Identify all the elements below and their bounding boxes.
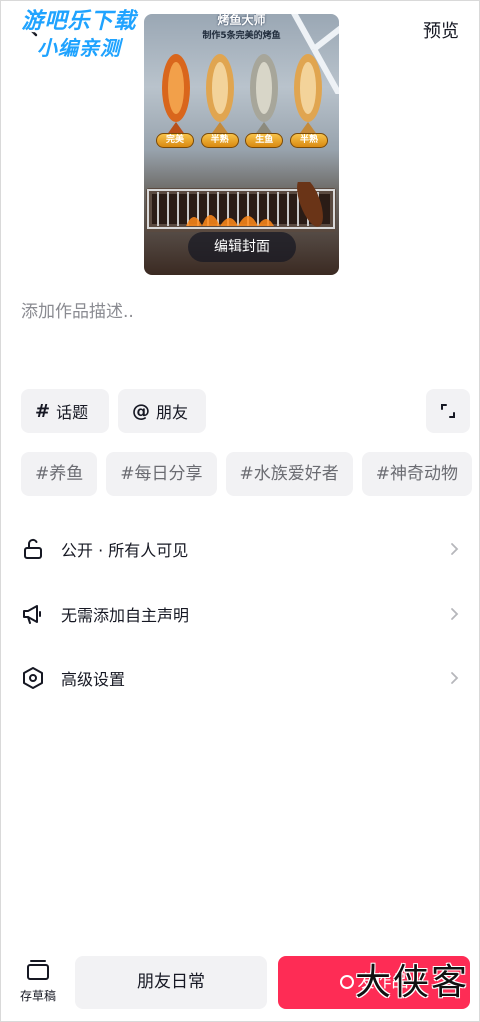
- publish-label: 发作品: [357, 972, 409, 992]
- fish-label: 生鱼: [245, 133, 284, 148]
- save-draft-button[interactable]: 存草稿: [13, 959, 63, 1004]
- publish-button[interactable]: 发作品: [278, 956, 470, 1009]
- edit-cover-button[interactable]: 编辑封面: [188, 232, 296, 262]
- fish-label: 半熟: [289, 133, 328, 148]
- hexagon-settings-icon: [23, 667, 43, 689]
- hashtag-chip[interactable]: #水族爱好者: [225, 452, 353, 496]
- preview-button[interactable]: 预览: [423, 17, 459, 43]
- at-icon: @: [132, 400, 150, 422]
- visibility-label: 公开 · 所有人可见: [61, 541, 189, 560]
- hashtag-chip[interactable]: #神奇动物: [361, 452, 472, 496]
- video-cover[interactable]: 烤鱼大师 制作5条完美的烤鱼 完美 半熟 生鱼 半熟 编辑封面: [144, 14, 339, 275]
- advanced-setting-row[interactable]: 高级设置: [21, 658, 461, 698]
- game-title: 烤鱼大师: [217, 14, 266, 27]
- drafts-label: 存草稿: [19, 989, 56, 1003]
- watermark-line-1: 游吧乐下载: [21, 9, 137, 34]
- friend-label: 朋友: [156, 403, 189, 422]
- declaration-label: 无需添加自主声明: [61, 606, 190, 625]
- visibility-setting-row[interactable]: 公开 · 所有人可见: [21, 529, 461, 569]
- expand-button[interactable]: [426, 389, 470, 433]
- fish-labels-row: 完美 半熟 生鱼 半熟: [156, 133, 328, 148]
- megaphone-icon: [23, 605, 41, 624]
- fish-illustration: [162, 54, 322, 136]
- mention-friend-button[interactable]: @ 朋友: [118, 389, 206, 433]
- hashtag-suggestions: #养鱼 #每日分享 #水族爱好者 #神奇动物: [21, 452, 480, 496]
- chevron-right-icon: [451, 608, 459, 620]
- expand-icon: [441, 404, 455, 418]
- chevron-right-icon: [451, 672, 459, 684]
- drafts-icon: [27, 960, 49, 980]
- lock-open-icon: [24, 538, 42, 559]
- chevron-right-icon: [451, 543, 459, 555]
- topic-label: 话题: [56, 403, 89, 422]
- publish-icon: [339, 975, 354, 989]
- hashtag-chip[interactable]: #每日分享: [106, 452, 217, 496]
- description-input[interactable]: 添加作品描述..: [21, 297, 461, 322]
- watermark-logo: 游吧乐下载 小编亲测: [13, 9, 145, 61]
- declaration-setting-row[interactable]: 无需添加自主声明: [21, 594, 461, 634]
- hashtag-chip[interactable]: #养鱼: [21, 452, 98, 496]
- fish-label: 完美: [156, 133, 194, 148]
- hash-icon: #: [35, 400, 51, 422]
- game-subtitle: 制作5条完美的烤鱼: [202, 31, 281, 41]
- fish-label: 半熟: [200, 133, 239, 148]
- watermark-line-2: 小编亲测: [37, 36, 121, 60]
- topic-button[interactable]: # 话题: [21, 389, 109, 433]
- advanced-label: 高级设置: [61, 670, 126, 689]
- friends-daily-button[interactable]: 朋友日常: [75, 956, 267, 1009]
